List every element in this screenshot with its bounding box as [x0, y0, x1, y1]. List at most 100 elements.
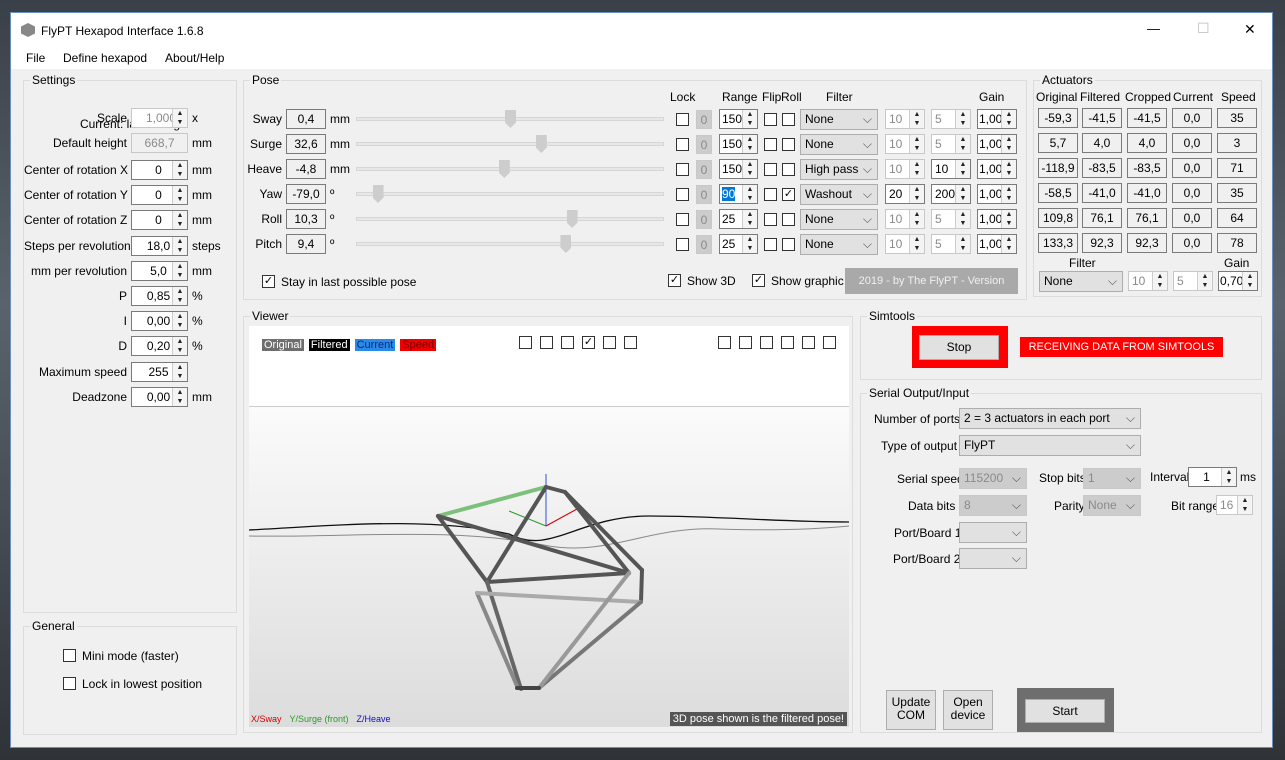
open-device-button[interactable]: Open device — [943, 690, 993, 730]
viewer-toggle-checkbox[interactable] — [519, 336, 532, 349]
range-input[interactable]: 90 ▲ ▼ — [719, 184, 758, 204]
close-button[interactable]: ✕ — [1244, 21, 1256, 38]
filter-param1[interactable]: 10 ▲ ▼ — [885, 134, 925, 154]
roll-checkbox[interactable] — [782, 213, 795, 226]
start-button[interactable]: Start — [1025, 699, 1105, 723]
data-bits-select[interactable]: 8 ⌵ — [959, 495, 1027, 516]
flip-checkbox[interactable] — [764, 138, 777, 151]
update-com-button[interactable]: Update COM — [886, 690, 936, 730]
pose-slider[interactable] — [356, 167, 664, 171]
pose-slider[interactable] — [356, 142, 664, 146]
viewer-toggle-checkbox[interactable] — [603, 336, 616, 349]
filter-select[interactable]: None ⌵ — [800, 109, 878, 130]
filter-select[interactable]: None ⌵ — [800, 234, 878, 255]
stop-bits-select[interactable]: 1 ⌵ — [1083, 468, 1141, 489]
range-input[interactable]: 150 ▲ ▼ — [719, 159, 758, 179]
gain-input[interactable]: 1,00 ▲ ▼ — [977, 109, 1017, 129]
act-filter-select[interactable]: None ⌵ — [1039, 271, 1123, 292]
port2-select[interactable]: ⌵ — [959, 548, 1027, 569]
gain-input[interactable]: 1,00 ▲ ▼ — [977, 234, 1017, 254]
gain-input[interactable]: 1,00 ▲ ▼ — [977, 209, 1017, 229]
port1-select[interactable]: ⌵ — [959, 522, 1027, 543]
pose-slider-thumb[interactable] — [505, 110, 516, 128]
gain-input[interactable]: 1,00 ▲ ▼ — [977, 159, 1017, 179]
viewer-toggle-checkbox[interactable] — [561, 336, 574, 349]
viewer-toggle-checkbox[interactable] — [739, 336, 752, 349]
filter-param1[interactable]: 10 ▲ ▼ — [885, 159, 925, 179]
filter-select[interactable]: None ⌵ — [800, 209, 878, 230]
viewer-toggle-checkbox[interactable]: ✓ — [582, 336, 595, 349]
lock-checkbox[interactable] — [676, 113, 689, 126]
filter-param2[interactable]: 5 ▲ ▼ — [931, 134, 971, 154]
roll-checkbox[interactable] — [782, 138, 795, 151]
lock-checkbox[interactable] — [676, 188, 689, 201]
show-graphic-checkbox[interactable]: ✓ — [752, 274, 765, 287]
viewer-toggle-checkbox[interactable] — [718, 336, 731, 349]
act-gain-input[interactable]: 0,70 ▲ ▼ — [1218, 271, 1258, 291]
act-filter-param1[interactable]: 10 ▲ ▼ — [1128, 271, 1168, 291]
menu-define-hexapod[interactable]: Define hexapod — [63, 51, 147, 65]
filter-param1[interactable]: 10 ▲ ▼ — [885, 109, 925, 129]
lock-checkbox[interactable] — [676, 238, 689, 251]
flip-checkbox[interactable] — [764, 213, 777, 226]
setting-input[interactable]: 0,00 ▲ ▼ — [131, 311, 188, 331]
pose-slider[interactable] — [356, 217, 664, 221]
maximize-button[interactable]: ☐ — [1197, 20, 1210, 37]
flip-checkbox[interactable] — [764, 238, 777, 251]
pose-slider-thumb[interactable] — [372, 185, 384, 203]
filter-param1[interactable]: 20 ▲ ▼ — [885, 184, 925, 204]
pose-slider-thumb[interactable] — [535, 135, 547, 153]
filter-param2[interactable]: 200 ▲ ▼ — [931, 184, 971, 204]
stay-checkbox[interactable]: ✓ — [262, 275, 275, 288]
pose-slider[interactable] — [356, 192, 664, 196]
setting-input[interactable]: 0 ▲ ▼ — [131, 185, 188, 205]
minimize-button[interactable]: — — [1147, 21, 1160, 36]
setting-input[interactable]: 0 ▲ ▼ — [131, 210, 188, 230]
filter-select[interactable]: High pass E ⌵ — [800, 159, 878, 180]
viewer-toggle-checkbox[interactable] — [802, 336, 815, 349]
pose-slider-thumb[interactable] — [498, 160, 510, 178]
setting-input[interactable]: 0 ▲ ▼ — [131, 160, 188, 180]
range-input[interactable]: 150 ▲ ▼ — [719, 109, 758, 129]
range-input[interactable]: 25 ▲ ▼ — [719, 234, 758, 254]
lock-lowest-checkbox[interactable] — [63, 677, 76, 690]
setting-input[interactable]: 0,20 ▲ ▼ — [131, 336, 188, 356]
parity-select[interactable]: None ⌵ — [1083, 495, 1141, 516]
setting-input[interactable]: 18,0 ▲ ▼ — [131, 236, 188, 256]
viewer-toggle-checkbox[interactable] — [760, 336, 773, 349]
ports-select[interactable]: 2 = 3 actuators in each port ⌵ — [959, 408, 1141, 429]
filter-param1[interactable]: 10 ▲ ▼ — [885, 234, 925, 254]
serial-speed-select[interactable]: 115200 ⌵ — [959, 468, 1027, 489]
menu-file[interactable]: File — [26, 51, 45, 65]
lock-checkbox[interactable] — [676, 163, 689, 176]
filter-select[interactable]: Washout ⌵ — [800, 184, 878, 205]
viewer-toggle-checkbox[interactable] — [781, 336, 794, 349]
roll-checkbox[interactable]: ✓ — [782, 188, 795, 201]
pose-slider[interactable] — [356, 242, 664, 246]
pose-slider-thumb[interactable] — [566, 210, 578, 228]
output-type-select[interactable]: FlyPT ⌵ — [959, 435, 1141, 456]
filter-param2[interactable]: 10 ▲ ▼ — [931, 159, 971, 179]
viewer-toggle-checkbox[interactable] — [540, 336, 553, 349]
interval-input[interactable]: 1 ▲ ▼ — [1188, 467, 1237, 487]
show-3d-checkbox[interactable]: ✓ — [668, 274, 681, 287]
setting-input[interactable]: 0,00 ▲ ▼ — [131, 387, 188, 407]
viewer-canvas[interactable]: Original Filtered Current Speed ✓ X/Sway Y/S… — [249, 326, 849, 727]
mini-mode-checkbox[interactable] — [63, 649, 76, 662]
stop-button[interactable]: Stop — [919, 335, 999, 360]
flip-checkbox[interactable] — [764, 113, 777, 126]
range-input[interactable]: 150 ▲ ▼ — [719, 134, 758, 154]
setting-input[interactable]: 5,0 ▲ ▼ — [131, 261, 188, 281]
flip-checkbox[interactable] — [764, 163, 777, 176]
viewer-toggle-checkbox[interactable] — [624, 336, 637, 349]
menu-about-help[interactable]: About/Help — [165, 51, 224, 65]
roll-checkbox[interactable] — [782, 113, 795, 126]
act-filter-param2[interactable]: 5 ▲ ▼ — [1173, 271, 1213, 291]
lock-checkbox[interactable] — [676, 138, 689, 151]
filter-param2[interactable]: 5 ▲ ▼ — [931, 209, 971, 229]
range-input[interactable]: 25 ▲ ▼ — [719, 209, 758, 229]
setting-input[interactable]: 0,85 ▲ ▼ — [131, 286, 188, 306]
gain-input[interactable]: 1,00 ▲ ▼ — [977, 184, 1017, 204]
filter-select[interactable]: None ⌵ — [800, 134, 878, 155]
roll-checkbox[interactable] — [782, 238, 795, 251]
